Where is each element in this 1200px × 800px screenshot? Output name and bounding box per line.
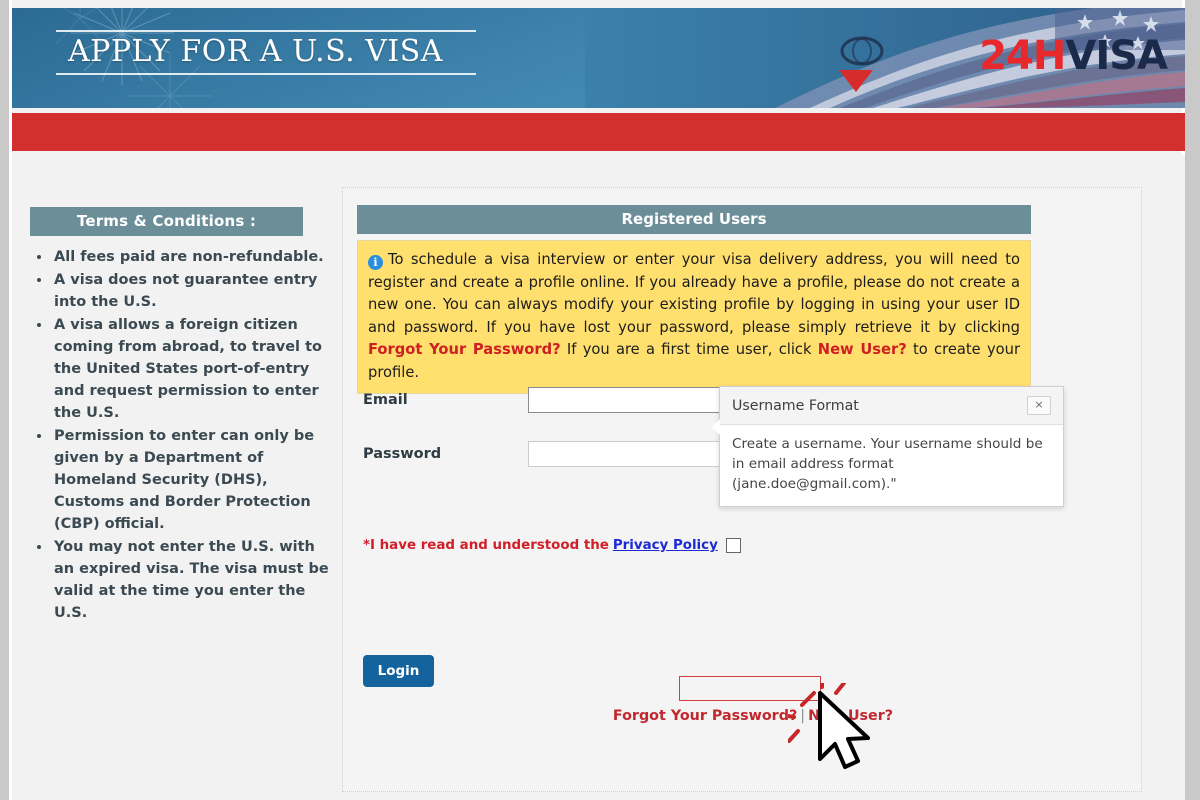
email-input[interactable] (528, 387, 724, 413)
logo-text-visa: VISA (1065, 33, 1168, 79)
info-new-user-link[interactable]: New User? (818, 341, 907, 358)
tooltip-title: Username Format (732, 397, 859, 414)
terms-heading: Terms & Conditions : (30, 207, 303, 236)
terms-and-conditions-section: Terms & Conditions : All fees paid are n… (30, 207, 330, 625)
list-item: All fees paid are non-refundable. (52, 246, 330, 268)
privacy-policy-text: *I have read and understood the (363, 538, 609, 553)
info-text-part1: To schedule a visa interview or enter yo… (368, 251, 1020, 336)
mouse-cursor-pointer (788, 683, 870, 769)
navigation-red-bar (12, 113, 1185, 151)
logo-text-24h: 24H (979, 33, 1066, 79)
banner-title-rule: APPLY FOR A U.S. VISA (56, 30, 476, 75)
auth-links: Forgot Your Password? | New User? (493, 708, 1013, 724)
page-root: APPLY FOR A U.S. VISA 24H VISA Terms & Co… (0, 0, 1200, 800)
privacy-policy-link[interactable]: Privacy Policy (613, 538, 718, 553)
tooltip-body-text: Create a username. Your username should … (732, 436, 1043, 492)
tooltip-header: Username Format × (720, 387, 1063, 425)
tooltip-arrow (712, 419, 720, 435)
list-item: A visa does not guarantee entry into the… (52, 269, 330, 313)
close-icon[interactable]: × (1027, 396, 1051, 415)
site-header-banner: APPLY FOR A U.S. VISA 24H VISA (12, 8, 1185, 108)
brand-logo: 24H VISA (979, 33, 1168, 79)
list-item: A visa allows a foreign citizen coming f… (52, 314, 330, 424)
page-title: APPLY FOR A U.S. VISA (68, 34, 443, 69)
username-format-tooltip: Username Format × Create a username. You… (712, 386, 1064, 507)
info-message-box: i To schedule a visa interview or enter y… (357, 240, 1031, 394)
globe-icon (840, 36, 884, 66)
login-button[interactable]: Login (363, 655, 434, 687)
password-row: Password (363, 441, 740, 467)
list-item: You may not enter the U.S. with an expir… (52, 536, 330, 624)
email-row: Email (363, 387, 724, 413)
password-label: Password (363, 446, 442, 462)
password-input[interactable] (528, 441, 740, 467)
privacy-policy-row: *I have read and understood the Privacy … (363, 538, 741, 553)
panel-heading: Registered Users (357, 205, 1031, 234)
email-label: Email (363, 392, 408, 408)
terms-list: All fees paid are non-refundable. A visa… (30, 246, 330, 624)
info-forgot-password-link[interactable]: Forgot Your Password? (368, 341, 561, 358)
list-item: Permission to enter can only be given by… (52, 425, 330, 535)
forgot-password-link[interactable]: Forgot Your Password? (613, 708, 797, 724)
privacy-policy-checkbox[interactable] (725, 538, 741, 553)
info-text-part2: If you are a first time user, click (560, 341, 818, 358)
info-icon: i (368, 255, 383, 270)
arrow-down-icon (839, 70, 873, 92)
